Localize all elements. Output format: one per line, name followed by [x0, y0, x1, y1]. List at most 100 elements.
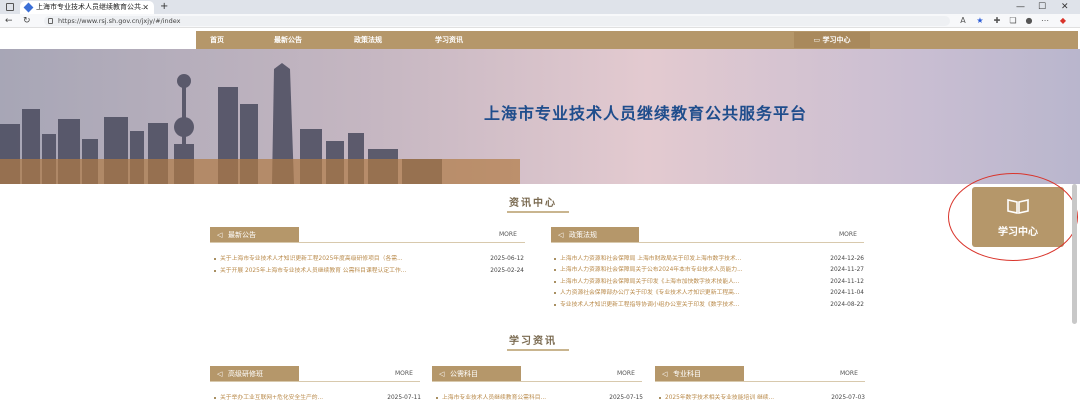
extensions-icon[interactable]: ✚ [992, 16, 1002, 26]
list-item-title: 上海市人力资源和社会保障局关于印发《上海市加快数字技术技能人... [560, 279, 740, 285]
copilot-icon[interactable]: ◆ [1058, 16, 1068, 26]
bullet [214, 270, 216, 272]
list-item[interactable]: 关于举办工业互联网+危化安全生产的... 2025-07-11 [214, 393, 421, 403]
announcements-rule [210, 242, 525, 243]
url-text: https://www.rsj.sh.gov.cn/jxjy/#/index [58, 17, 181, 25]
study-center-button[interactable]: ▭ 学习中心 [794, 32, 870, 48]
list-item[interactable]: 人力资源社会保障部办公厅关于印发《专业技术人才知识更新工程高... 2024-1… [554, 288, 864, 298]
bullet [554, 304, 556, 306]
public-courses-rule [432, 381, 642, 382]
nav-study-news[interactable]: 学习资讯 [435, 31, 463, 49]
close-window-button[interactable]: ✕ [1061, 0, 1069, 14]
public-courses-header: ◁ 公需科目 MORE [432, 366, 642, 382]
tab-actions-icon[interactable] [6, 3, 14, 11]
announcements-more-link[interactable]: MORE [499, 231, 517, 238]
bullet [554, 258, 556, 260]
lock-icon[interactable] [48, 18, 53, 24]
list-item[interactable]: 2025年数字技术相关专业技能培训 继续... 2025-07-03 [659, 393, 865, 403]
professional-courses-label: 专业科目 [673, 370, 701, 378]
page-scrollbar[interactable] [1072, 184, 1077, 324]
more-menu-icon[interactable]: ⋯ [1040, 16, 1050, 26]
back-arrow-icon[interactable]: ← [5, 14, 13, 28]
policies-header: ◁ 政策法规 MORE [551, 227, 864, 243]
public-courses-label: 公需科目 [450, 370, 478, 378]
list-item[interactable]: 上海市人力资源和社会保障局 上海市财政局关于印发上海市数字技术... 2024-… [554, 254, 864, 264]
professional-courses-rule [655, 381, 865, 382]
announcements-tab[interactable]: ◁ 最新公告 [210, 227, 299, 243]
new-tab-button[interactable]: + [160, 0, 168, 14]
close-tab-icon[interactable]: ✕ [142, 1, 149, 14]
list-item-title: 人力资源社会保障部办公厅关于印发《专业技术人才知识更新工程高... [560, 290, 740, 296]
maximize-button[interactable]: ☐ [1038, 0, 1046, 14]
professional-courses-more-link[interactable]: MORE [840, 370, 858, 377]
list-item-title: 上海市人力资源和社会保障局关于公布2024年本市专业技术人员能力... [560, 267, 743, 273]
policies-label: 政策法规 [569, 231, 597, 239]
list-item-title: 关于开展 2025年上海市专业技术人员继续教育 公需科目课程认定工作... [220, 268, 407, 274]
advanced-training-tab[interactable]: ◁ 高级研修班 [210, 366, 299, 382]
list-item[interactable]: 上海市人力资源和社会保障局关于公布2024年本市专业技术人员能力... 2024… [554, 265, 864, 275]
bullet [214, 258, 216, 260]
announcements-label: 最新公告 [228, 231, 256, 239]
skyline-image [0, 63, 520, 184]
bullet [659, 397, 661, 399]
list-item-date: 2025-07-15 [609, 395, 643, 401]
list-item[interactable]: 关于开展 2025年上海市专业技术人员继续教育 公需科目课程认定工作... 20… [214, 266, 524, 276]
bullet [554, 269, 556, 271]
advanced-training-more-link[interactable]: MORE [395, 370, 413, 377]
list-item-date: 2024-11-27 [830, 267, 864, 273]
list-item[interactable]: 专业技术人才知识更新工程指导协调小组办公室关于印发《数字技术... 2024-0… [554, 300, 864, 310]
list-item[interactable]: 关于上海市专业技术人才知识更新工程2025年度高级研修项目（各需... 2025… [214, 254, 524, 264]
nav-home[interactable]: 首页 [210, 31, 224, 49]
address-bar-row: ← ↻ https://www.rsj.sh.gov.cn/jxjy/#/ind… [0, 14, 1080, 28]
list-item[interactable]: 上海市人力资源和社会保障局关于印发《上海市加快数字技术技能人... 2024-1… [554, 277, 864, 287]
list-item-date: 2025-07-03 [831, 395, 865, 401]
info-center-title: 资讯中心 [509, 198, 557, 209]
list-item-date: 2025-07-11 [387, 395, 421, 401]
public-courses-tab[interactable]: ◁ 公需科目 [432, 366, 521, 382]
announcements-header: ◁ 最新公告 MORE [210, 227, 525, 243]
speaker-icon: ◁ [662, 370, 668, 378]
tab-title: 上海市专业技术人员继续教育公共... [36, 3, 148, 11]
speaker-icon: ◁ [439, 370, 445, 378]
bullet [554, 292, 556, 294]
list-item-title: 上海市专业技术人员继续教育公需科目... [442, 395, 547, 401]
profile-icon[interactable]: ● [1024, 16, 1034, 26]
policies-rule [551, 242, 864, 243]
list-item-title: 关于上海市专业技术人才知识更新工程2025年度高级研修项目（各需... [220, 256, 403, 262]
list-item-title: 关于举办工业互联网+危化安全生产的... [220, 395, 324, 401]
speaker-icon: ◁ [558, 231, 564, 239]
study-info-title: 学习资讯 [509, 336, 557, 347]
browser-tab-bar: 上海市专业技术人员继续教育公共... ✕ + — ☐ ✕ [0, 0, 1080, 14]
list-item-date: 2025-06-12 [490, 256, 524, 262]
list-item-title: 上海市人力资源和社会保障局 上海市财政局关于印发上海市数字技术... [560, 256, 742, 262]
favorite-star-icon[interactable]: ★ [975, 16, 985, 26]
nav-policies[interactable]: 政策法规 [354, 31, 382, 49]
nav-announcements[interactable]: 最新公告 [274, 31, 302, 49]
list-item[interactable]: 上海市专业技术人员继续教育公需科目... 2025-07-15 [436, 393, 643, 403]
bullet [436, 397, 438, 399]
read-aloud-icon[interactable]: A [958, 16, 968, 26]
public-courses-more-link[interactable]: MORE [617, 370, 635, 377]
minimize-button[interactable]: — [1016, 0, 1025, 14]
list-item-date: 2024-08-22 [830, 302, 864, 308]
highlight-circle [948, 173, 1078, 261]
book-icon: ▭ [813, 36, 821, 44]
bullet [214, 397, 216, 399]
refresh-icon[interactable]: ↻ [23, 14, 31, 28]
advanced-training-header: ◁ 高级研修班 MORE [210, 366, 420, 382]
policies-more-link[interactable]: MORE [839, 231, 857, 238]
site-favicon-icon [23, 2, 34, 13]
speaker-icon: ◁ [217, 370, 223, 378]
collections-icon[interactable]: ❏ [1008, 16, 1018, 26]
professional-courses-tab[interactable]: ◁ 专业科目 [655, 366, 744, 382]
list-item-title: 专业技术人才知识更新工程指导协调小组办公室关于印发《数字技术... [560, 302, 740, 308]
advanced-training-rule [210, 381, 420, 382]
hero-banner: 上海市专业技术人员继续教育公共服务平台 [0, 49, 1080, 184]
advanced-training-label: 高级研修班 [228, 370, 263, 378]
banner-title: 上海市专业技术人员继续教育公共服务平台 [484, 104, 808, 123]
browser-tab[interactable]: 上海市专业技术人员继续教育公共... ✕ [20, 1, 154, 14]
url-input[interactable]: https://www.rsj.sh.gov.cn/jxjy/#/index [44, 16, 950, 26]
policies-tab[interactable]: ◁ 政策法规 [551, 227, 639, 243]
professional-courses-header: ◁ 专业科目 MORE [655, 366, 865, 382]
info-center-underline [507, 211, 569, 213]
